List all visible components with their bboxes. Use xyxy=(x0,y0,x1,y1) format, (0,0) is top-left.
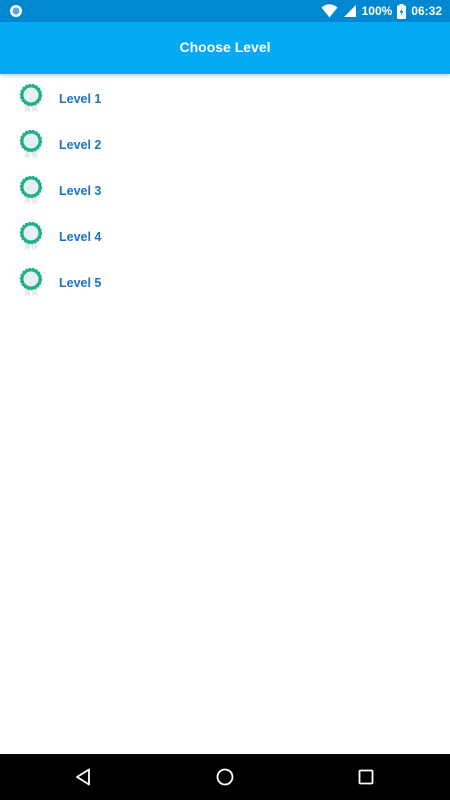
battery-percent: 100% xyxy=(361,4,393,18)
app-bar: Choose Level xyxy=(0,22,450,74)
page-title: Choose Level xyxy=(179,39,271,55)
medal-icon xyxy=(19,176,43,205)
level-label: Level 2 xyxy=(59,138,102,152)
status-icons: 100% 06:32 xyxy=(321,0,442,22)
level-item-4[interactable]: Level 4 xyxy=(0,214,450,260)
navigation-bar xyxy=(0,754,450,800)
battery-charging-icon xyxy=(397,3,407,19)
medal-icon xyxy=(19,84,43,113)
level-label: Level 3 xyxy=(59,184,102,198)
status-time: 06:32 xyxy=(411,4,442,18)
medal-icon xyxy=(19,130,43,159)
level-item-5[interactable]: Level 5 xyxy=(0,260,450,306)
recents-icon[interactable] xyxy=(354,765,378,789)
status-bar: 100% 06:32 xyxy=(0,0,450,22)
level-item-2[interactable]: Level 2 xyxy=(0,122,450,168)
level-item-3[interactable]: Level 3 xyxy=(0,168,450,214)
back-icon[interactable] xyxy=(72,765,96,789)
screen: 100% 06:32 Choose Level Level 1 Level 2 … xyxy=(0,0,450,800)
medal-icon xyxy=(19,222,43,251)
level-label: Level 5 xyxy=(59,276,102,290)
level-list: Level 1 Level 2 Level 3 Level 4 Level 5 xyxy=(0,74,450,306)
signal-icon xyxy=(343,5,356,17)
record-icon xyxy=(10,5,22,17)
level-item-1[interactable]: Level 1 xyxy=(0,76,450,122)
level-label: Level 1 xyxy=(59,92,102,106)
level-label: Level 4 xyxy=(59,230,102,244)
home-icon[interactable] xyxy=(213,765,237,789)
wifi-icon xyxy=(321,4,338,18)
medal-icon xyxy=(19,268,43,297)
